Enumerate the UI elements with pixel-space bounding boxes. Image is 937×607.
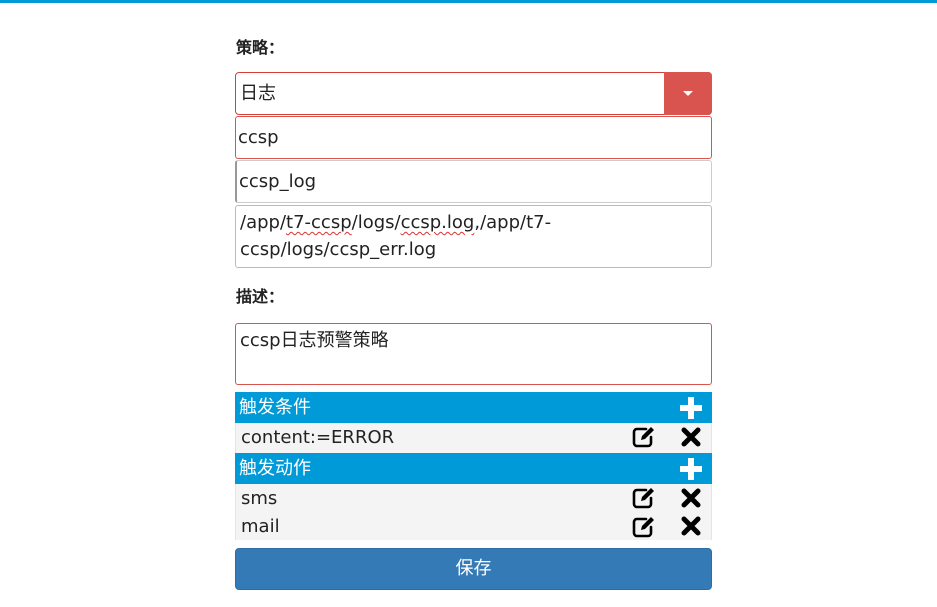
edit-icon[interactable] xyxy=(632,426,656,448)
save-button[interactable]: 保存 xyxy=(235,548,712,590)
list-item: content:=ERROR xyxy=(236,423,711,453)
name-input[interactable]: ccsp xyxy=(235,116,712,159)
strategy-form: 策略： 日志 ccsp ccsp_log /app/t7-ccsp/logs/c… xyxy=(235,36,712,590)
log-path-part: /app/ xyxy=(240,212,287,233)
list-item-label: sms xyxy=(241,488,278,509)
log-path-textarea[interactable]: /app/t7-ccsp/logs/ccsp.log,/app/t7- ccsp… xyxy=(235,205,712,268)
edit-icon[interactable] xyxy=(632,487,656,509)
strategy-dropdown-button[interactable] xyxy=(664,72,712,115)
actions-list: sms mail xyxy=(235,484,712,540)
description-label: 描述： xyxy=(236,287,285,306)
description-textarea[interactable]: ccsp日志预警策略 xyxy=(235,323,712,385)
plus-icon[interactable] xyxy=(680,458,702,480)
actions-header-title: 触发动作 xyxy=(239,458,311,479)
edit-icon[interactable] xyxy=(632,516,656,538)
conditions-header: 触发条件 xyxy=(235,392,712,423)
strategy-label: 策略： xyxy=(236,38,285,57)
plus-icon[interactable] xyxy=(680,397,702,419)
log-path-part: ,/app/t7- xyxy=(474,212,552,233)
strategy-select-value: 日志 xyxy=(240,83,276,104)
top-accent-bar xyxy=(0,0,937,3)
log-name-input[interactable]: ccsp_log xyxy=(235,160,712,203)
close-icon[interactable] xyxy=(681,516,701,536)
conditions-header-title: 触发条件 xyxy=(239,397,311,418)
list-item-label: content:=ERROR xyxy=(241,427,395,448)
list-item: mail xyxy=(236,514,711,540)
caret-down-icon xyxy=(683,91,693,96)
conditions-panel: 触发条件 content:=ERROR xyxy=(235,392,712,453)
close-icon[interactable] xyxy=(681,427,701,447)
log-path-part: /logs/ xyxy=(351,212,401,233)
log-path-part: t7-ccsp xyxy=(286,212,352,233)
actions-header: 触发动作 xyxy=(235,453,712,484)
strategy-select[interactable]: 日志 xyxy=(235,72,712,115)
close-icon[interactable] xyxy=(681,488,701,508)
log-path-part: ccsp/logs/ccsp_err.log xyxy=(240,239,437,260)
conditions-list: content:=ERROR xyxy=(235,423,712,453)
actions-panel: 触发动作 sms mail xyxy=(235,453,712,540)
log-path-part: ccsp.log xyxy=(400,212,475,233)
list-item-label: mail xyxy=(241,516,280,537)
list-item: sms xyxy=(236,484,711,514)
